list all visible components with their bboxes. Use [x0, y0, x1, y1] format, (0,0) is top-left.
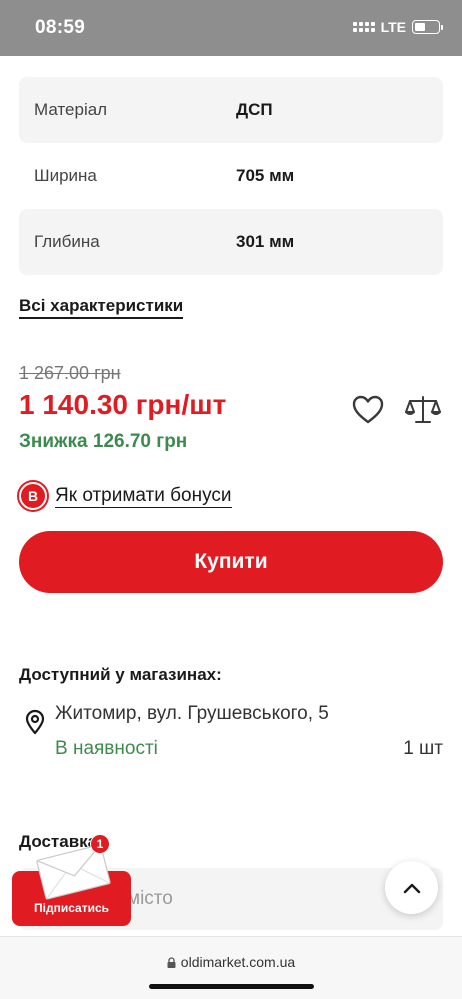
subscribe-widget[interactable]: Підписатись 1 [12, 834, 131, 926]
spec-value: ДСП [236, 100, 273, 119]
scroll-top-button[interactable] [385, 861, 438, 914]
spec-label: Матеріал [34, 100, 108, 119]
bonus-link[interactable]: Як отримати бонуси [55, 485, 232, 508]
status-time: 08:59 [35, 17, 86, 38]
availability-title: Доступний у магазинах: [19, 665, 222, 684]
buy-button[interactable]: Купити [19, 531, 443, 593]
signal-icon [352, 22, 375, 32]
stock-quantity: 1 шт [403, 738, 443, 759]
browser-url-bar[interactable]: oldimarket.com.ua [0, 936, 462, 999]
lock-icon [167, 957, 176, 968]
spec-label: Ширина [34, 166, 97, 185]
home-indicator [149, 984, 314, 989]
spec-row-material: Матеріал ДСП [19, 77, 443, 143]
status-indicators: LTE [352, 19, 443, 35]
stock-status: В наявності [55, 738, 158, 759]
network-type: LTE [380, 19, 406, 35]
battery-icon [412, 20, 443, 34]
url-display[interactable]: oldimarket.com.ua [0, 954, 462, 970]
bonus-row[interactable]: B Як отримати бонуси [19, 482, 232, 510]
bonus-icon: B [19, 482, 47, 510]
discount-label: Знижка 126.70 грн [19, 431, 188, 452]
spec-row-width: Ширина 705 мм [19, 143, 443, 209]
spec-value: 301 мм [236, 232, 295, 251]
store-address: Житомир, вул. Грушевського, 5 [55, 703, 329, 724]
url-text: oldimarket.com.ua [180, 954, 296, 970]
all-specs-link[interactable]: Всі характеристики [19, 296, 184, 319]
chevron-up-icon [403, 883, 420, 893]
spec-row-depth: Глибина 301 мм [19, 209, 443, 275]
map-pin-icon [25, 709, 45, 735]
old-price: 1 267.00 грн [19, 363, 121, 383]
current-price: 1 140.30 грн/шт [19, 389, 227, 420]
scale-icon[interactable] [405, 394, 441, 426]
notification-badge: 1 [90, 834, 110, 854]
status-bar: 08:59 LTE [0, 0, 462, 56]
spec-label: Глибина [34, 232, 100, 251]
spec-value: 705 мм [236, 166, 295, 185]
heart-icon[interactable] [351, 394, 385, 426]
